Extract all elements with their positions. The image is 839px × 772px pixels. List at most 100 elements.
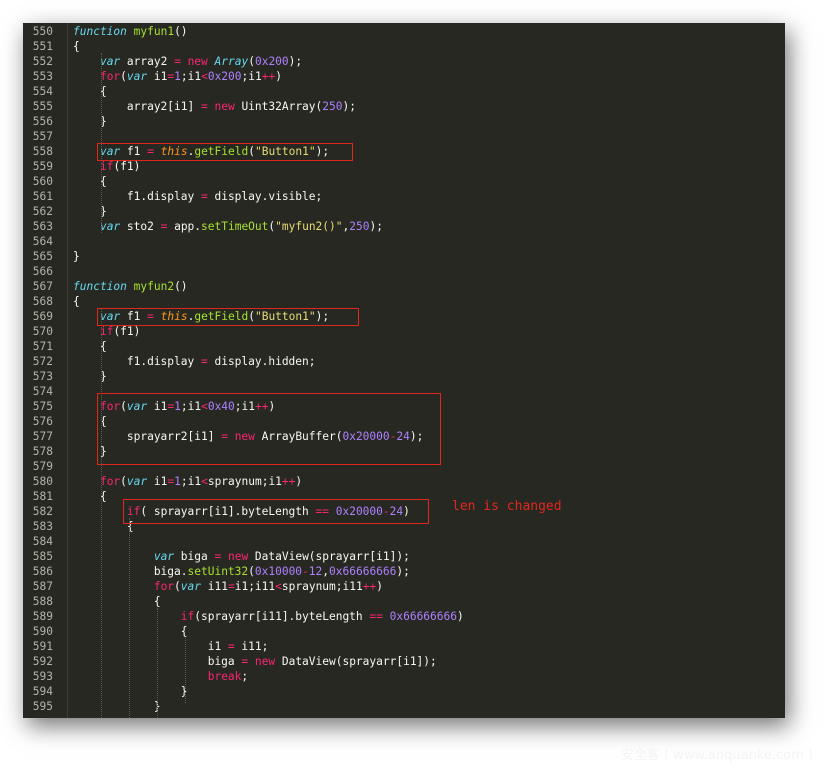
code-token: { [73, 625, 188, 638]
code-line: 553 for(var i1=1;i1<0x200;i1++) [23, 69, 785, 84]
line-number: 555 [32, 100, 53, 113]
line-number: 572 [32, 355, 53, 368]
code-line: 554 { [23, 84, 785, 99]
code-token: < [275, 580, 282, 593]
indent-guide [101, 308, 102, 718]
code-token: var [99, 55, 121, 68]
line-number: 577 [32, 430, 53, 443]
line-number: 574 [32, 385, 53, 398]
code-token: array2[i1] [73, 100, 201, 113]
highlight-box-getfield-2 [97, 308, 359, 326]
code-token: = [227, 640, 235, 653]
line-number: 586 [32, 565, 53, 578]
code-token: ) [275, 70, 282, 83]
code-token: new [214, 100, 235, 113]
code-editor[interactable]: 550 function myfun1() 551{552 var array2 =… [23, 23, 785, 718]
code-token: 12 [308, 565, 323, 578]
code-token: i1 [147, 70, 168, 83]
line-number: 584 [32, 535, 53, 548]
code-line: 563 var sto2 = app.setTimeOut("myfun2()"… [23, 219, 785, 234]
code-token: for [99, 475, 121, 488]
line-number: 583 [32, 520, 53, 533]
code-line: 592 biga = new DataView(sprayarr[i1]); [23, 654, 785, 669]
indent-guide [185, 638, 186, 703]
line-number: 591 [32, 640, 53, 653]
line-number: 564 [32, 235, 53, 248]
code-text: for(var i1=1;i1<spraynum;i1++) [73, 474, 302, 489]
code-line: 570 if(f1) [23, 324, 785, 339]
code-line: 595 } [23, 699, 785, 714]
code-line: 566 [23, 264, 785, 279]
code-token: f1.display [73, 355, 201, 368]
code-token: () [174, 280, 188, 293]
code-token: () [174, 25, 188, 38]
code-token: f1.display [73, 190, 201, 203]
line-number: 557 [32, 130, 53, 143]
code-token: var [99, 220, 121, 233]
code-text: if(f1) [73, 324, 140, 339]
code-line: 584 [23, 534, 785, 549]
code-token: sto2 [120, 220, 161, 233]
code-token: spraynum;i11 [281, 580, 363, 593]
code-token: spraynum;i1 [207, 475, 282, 488]
code-text: function myfun2() [73, 279, 188, 294]
code-line: 556 } [23, 114, 785, 129]
code-text: { [73, 624, 188, 639]
code-token: 0x66666666 [329, 565, 397, 578]
code-text: biga.setUint32(0x10000-12,0x66666666); [73, 564, 410, 579]
code-line: 564 [23, 234, 785, 249]
code-text: i1 = i11; [73, 639, 269, 654]
code-token: ) [376, 580, 383, 593]
code-token: == [369, 610, 383, 623]
code-token: myfun2 [133, 280, 175, 293]
code-token: (f1) [113, 160, 141, 173]
code-token: setUint32 [187, 565, 249, 578]
code-token: ( [120, 70, 127, 83]
line-number: 571 [32, 340, 53, 353]
code-token: = [174, 55, 181, 68]
code-token: ++ [281, 475, 296, 488]
code-token: ; [241, 670, 249, 683]
code-token: function [73, 25, 127, 38]
code-token: ); [369, 220, 383, 233]
code-token: (f1) [113, 325, 141, 338]
code-token: display.hidden; [207, 355, 316, 368]
code-token: ++ [362, 580, 377, 593]
code-token: i1;i11 [234, 580, 276, 593]
code-text: { [73, 294, 80, 309]
code-line: 585 var biga = new DataView(sprayarr[i1]… [23, 549, 785, 564]
code-token: DataView(sprayarr[i1]); [275, 655, 437, 668]
line-number: 554 [32, 85, 53, 98]
code-line: 561 f1.display = display.visible; [23, 189, 785, 204]
line-number: 578 [32, 445, 53, 458]
code-token: for [99, 70, 121, 83]
code-text: { [73, 39, 80, 54]
line-number: 582 [32, 505, 53, 518]
code-line: 557 [23, 129, 785, 144]
code-line: 568 { [23, 294, 785, 309]
code-text: var sto2 = app.setTimeOut("myfun2()",250… [73, 219, 383, 234]
code-token: for [153, 580, 175, 593]
code-line: 586 biga.setUint32(0x10000-12,0x66666666… [23, 564, 785, 579]
code-text: } [73, 684, 188, 699]
line-number: 595 [32, 700, 53, 713]
line-number: 559 [32, 160, 53, 173]
code-token: var [126, 475, 148, 488]
code-line: 550 function myfun1() [23, 24, 785, 39]
indent-guide [129, 518, 130, 718]
code-line: 587 for(var i11=i1;i11<spraynum;i11++) [23, 579, 785, 594]
line-number: 575 [32, 400, 53, 413]
code-token: } [73, 685, 188, 698]
code-token: { [73, 595, 161, 608]
code-text: if(f1) [73, 159, 140, 174]
code-token: ); [396, 565, 410, 578]
line-number: 581 [32, 490, 53, 503]
